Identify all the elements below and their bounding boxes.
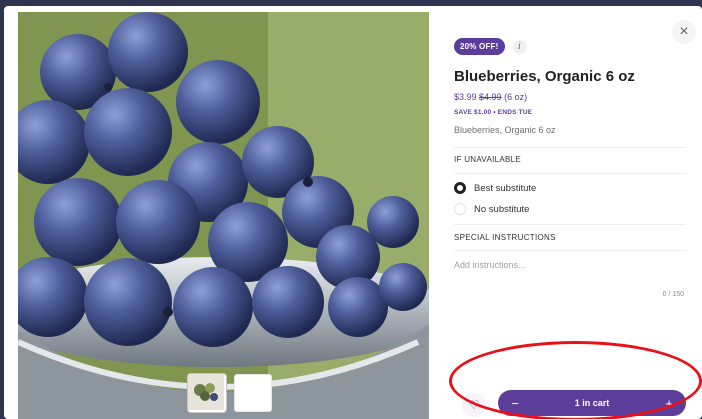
radio-unchecked-icon[interactable] [454, 203, 466, 215]
option-best-substitute[interactable]: Best substitute [454, 182, 536, 194]
if-unavailable-label: IF UNAVAILABLE [454, 155, 522, 164]
radio-checked-icon[interactable] [454, 182, 466, 194]
blueberries-photo [18, 12, 429, 419]
price-unit: (6 oz) [504, 92, 528, 102]
price-row: $3.99 $4.99 (6 oz) [454, 92, 527, 102]
save-note: SAVE $1.00 • ENDS TUE [454, 109, 533, 116]
favorite-button[interactable]: ♡ [462, 393, 486, 417]
close-button[interactable]: × [672, 20, 696, 44]
product-modal: × 20% OFF! i Blueberries, Organic 6 oz $… [4, 6, 702, 419]
char-counter: 0 / 150 [662, 291, 684, 298]
thumbnail-strip [188, 374, 272, 412]
option-no-substitute[interactable]: No substitute [454, 203, 529, 215]
increment-button[interactable]: + [662, 396, 676, 411]
cart-quantity-control: − 1 in cart + [498, 390, 686, 416]
divider [454, 250, 686, 251]
current-price: $3.99 [454, 92, 477, 102]
product-details: × 20% OFF! i Blueberries, Organic 6 oz $… [444, 6, 702, 419]
close-icon: × [679, 23, 689, 40]
badge-row: 20% OFF! i [454, 38, 527, 55]
heart-icon: ♡ [468, 398, 480, 412]
option-label: No substitute [474, 203, 530, 215]
decrement-button[interactable]: − [508, 396, 522, 411]
divider [454, 147, 686, 148]
divider [454, 224, 686, 225]
info-icon[interactable]: i [512, 39, 527, 54]
instructions-input[interactable]: Add instructions... [454, 260, 526, 270]
divider [454, 173, 686, 174]
product-subtitle: Blueberries, Organic 6 oz [454, 125, 556, 135]
option-label: Best substitute [474, 182, 537, 194]
original-price: $4.99 [479, 92, 502, 102]
cart-count-label: 1 in cart [574, 398, 610, 408]
product-image [18, 12, 429, 419]
discount-badge: 20% OFF! [454, 38, 505, 55]
special-instructions-label: SPECIAL INSTRUCTIONS [454, 233, 556, 242]
thumbnail-2[interactable] [188, 374, 272, 412]
product-title: Blueberries, Organic 6 oz [454, 68, 635, 85]
